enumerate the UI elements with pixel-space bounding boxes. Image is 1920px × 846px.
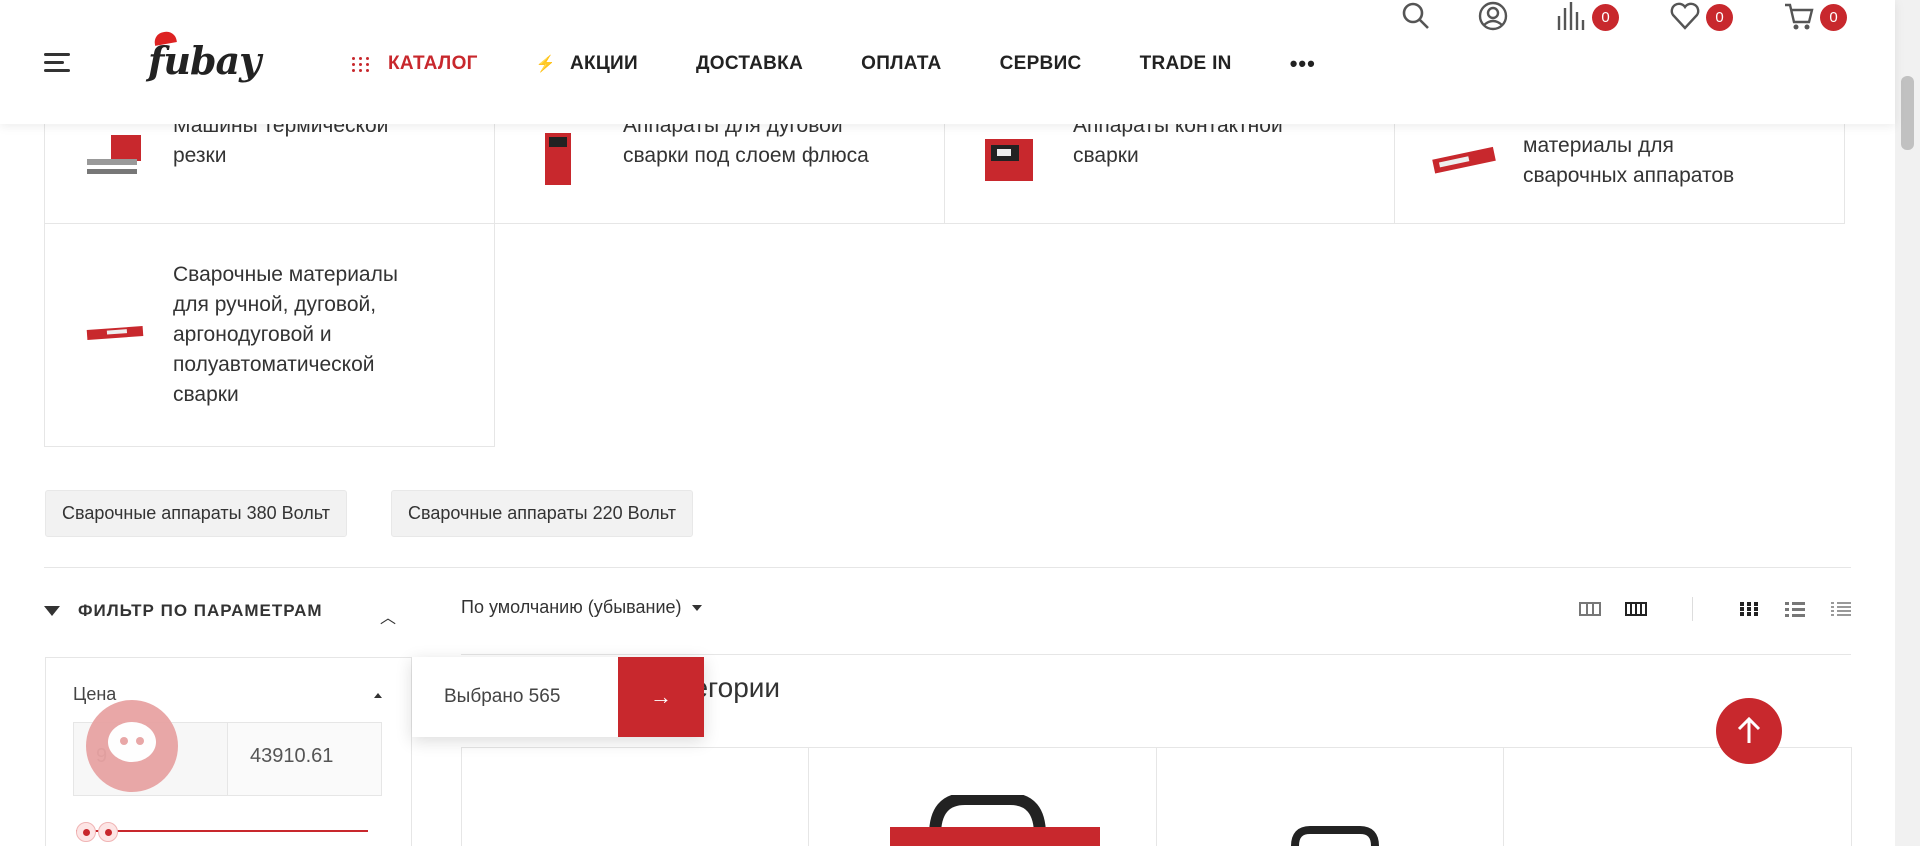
electrodes-image	[86, 326, 144, 340]
category-tile[interactable]: Сварочные материалы для ручной, дуговой,…	[44, 223, 495, 447]
scrollbar-thumb[interactable]	[1901, 76, 1914, 150]
scroll-to-top-button[interactable]	[1716, 698, 1782, 764]
funnel-icon	[44, 606, 60, 616]
page-scrollbar[interactable]	[1895, 0, 1920, 846]
arrow-up-icon	[1737, 716, 1761, 743]
hamburger-menu-icon[interactable]	[44, 53, 70, 73]
table-view-icon[interactable]	[1830, 601, 1852, 617]
site-header: fubay КАТАЛОГ ⚡ АКЦИИ ДОСТАВКА ОПЛАТА СЕ…	[0, 0, 1895, 124]
more-dots-icon[interactable]: •••	[1290, 51, 1316, 77]
divider	[44, 567, 1851, 568]
consumables-image	[1432, 146, 1496, 174]
compare-count-badge: 0	[1592, 4, 1619, 31]
grid-divider	[1156, 747, 1157, 846]
spot-welder-image	[985, 139, 1033, 181]
price-slider-max-handle[interactable]	[98, 822, 118, 842]
selected-count-popup: Выбрано 565 →	[412, 657, 704, 737]
filter-toggle[interactable]: ФИЛЬТР ПО ПАРАМЕТРАМ	[44, 601, 323, 621]
logo[interactable]: fubay	[148, 30, 261, 83]
account-icon[interactable]	[1477, 0, 1509, 32]
price-label: Цена	[73, 684, 117, 704]
favorites-count-badge: 0	[1706, 4, 1733, 31]
search-icon[interactable]	[1400, 0, 1432, 32]
grid-view-icon[interactable]	[1738, 601, 1760, 617]
tag-380v[interactable]: Сварочные аппараты 380 Вольт	[45, 490, 347, 537]
nav-trade-in[interactable]: TRADE IN	[1140, 53, 1232, 75]
category-name: материалы для сварочных аппаратов	[1523, 134, 1735, 187]
lightning-icon: ⚡	[535, 56, 556, 73]
grid-divider	[808, 747, 809, 846]
chat-widget-icon[interactable]	[86, 700, 178, 792]
view-compact-icon[interactable]	[1625, 601, 1647, 617]
caret-up-icon[interactable]	[374, 693, 382, 698]
tag-220v[interactable]: Сварочные аппараты 220 Вольт	[391, 490, 693, 537]
selected-count-text: Выбрано 565	[444, 686, 561, 707]
nav-promotions[interactable]: ⚡ АКЦИИ	[536, 53, 638, 75]
grid-divider	[1503, 747, 1504, 846]
grid-divider	[461, 747, 462, 846]
content-divider	[461, 654, 1851, 655]
apply-filter-button[interactable]: →	[618, 657, 704, 737]
category-name: Сварочные материалы для ручной, дуговой,…	[173, 263, 398, 406]
cart-icon[interactable]	[1783, 0, 1815, 32]
view-wide-icon[interactable]	[1579, 601, 1601, 617]
cutting-machine-image	[87, 135, 141, 174]
nav-payment[interactable]: ОПЛАТА	[861, 53, 941, 75]
page: Машины термической резки Аппараты для ду…	[0, 0, 1920, 846]
price-max-input[interactable]: 43910.61	[227, 722, 382, 796]
product-image[interactable]	[1290, 826, 1380, 846]
nav-delivery[interactable]: ДОСТАВКА	[696, 53, 803, 75]
product-image[interactable]	[890, 795, 1100, 846]
price-slider[interactable]	[76, 830, 368, 832]
chevron-up-icon[interactable]: ︿	[380, 604, 396, 628]
main-nav: КАТАЛОГ ⚡ АКЦИИ ДОСТАВКА ОПЛАТА СЕРВИС T…	[352, 50, 1374, 78]
saw-welder-image	[545, 133, 571, 185]
price-slider-min-handle[interactable]	[76, 822, 96, 842]
grid-divider	[1851, 747, 1852, 846]
cart-count-badge: 0	[1820, 4, 1847, 31]
caret-down-icon	[691, 605, 702, 612]
sort-dropdown[interactable]: По умолчанию (убывание)	[461, 597, 702, 618]
list-view-icon[interactable]	[1784, 601, 1806, 617]
nav-service[interactable]: СЕРВИС	[1000, 53, 1082, 75]
heart-icon[interactable]	[1669, 0, 1701, 32]
grid-dots-icon	[352, 56, 370, 72]
nav-catalog[interactable]: КАТАЛОГ	[352, 53, 478, 75]
view-separator	[1692, 597, 1693, 621]
compare-icon[interactable]	[1555, 0, 1587, 32]
